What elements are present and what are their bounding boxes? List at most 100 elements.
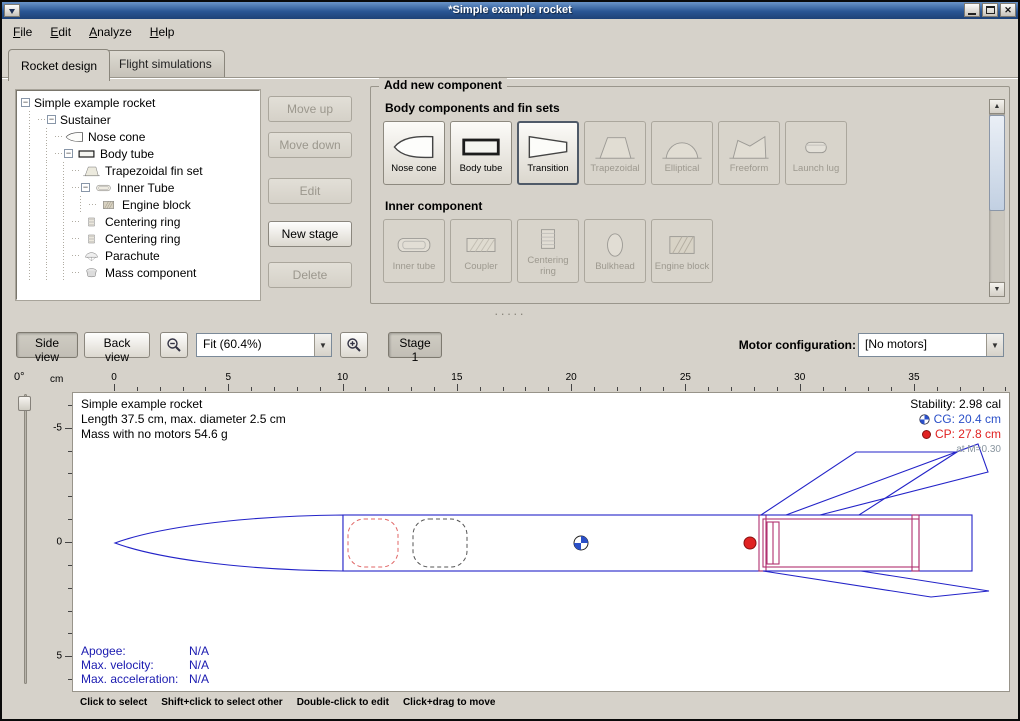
ruler-unit: cm — [50, 374, 63, 385]
tree-item-trapezoidal-fin-set[interactable]: Trapezoidal fin set — [21, 162, 259, 179]
rocket-mass: Mass with no motors 54.6 g — [81, 427, 286, 442]
tree-guide — [55, 162, 72, 179]
component-button-label: Engine block — [655, 261, 709, 272]
move-up-button[interactable]: Move up — [268, 96, 352, 122]
tree-item-sustainer[interactable]: −Sustainer — [21, 111, 259, 128]
menu-item-analyze[interactable]: Analyze — [80, 22, 141, 42]
tab-rocket-design[interactable]: Rocket design — [8, 49, 110, 81]
bulkhead-button[interactable]: Bulkhead — [584, 219, 646, 283]
tree-item-mass-component[interactable]: Mass component — [21, 264, 259, 281]
expander-icon[interactable]: − — [64, 149, 73, 158]
tree-item-engine-block[interactable]: Engine block — [21, 196, 259, 213]
tree-connector — [55, 128, 64, 145]
scroll-up-icon[interactable]: ▲ — [989, 99, 1005, 114]
tree-guide — [55, 230, 72, 247]
trapezoidal-button[interactable]: Trapezoidal — [584, 121, 646, 185]
tree-item-body-tube[interactable]: −Body tube — [21, 145, 259, 162]
tree-connector — [72, 213, 81, 230]
move-down-button[interactable]: Move down — [268, 132, 352, 158]
motor-config-select[interactable]: [No motors] ▼ — [858, 333, 1004, 357]
chevron-down-icon[interactable]: ▼ — [986, 334, 1003, 356]
launch-lug-button[interactable]: Launch lug — [785, 121, 847, 185]
menubar: FileEditAnalyzeHelp — [2, 19, 1018, 45]
scroll-down-icon[interactable]: ▼ — [989, 282, 1005, 297]
elliptical-button[interactable]: Elliptical — [651, 121, 713, 185]
menu-item-help[interactable]: Help — [141, 22, 184, 42]
motor-config-label: Motor configuration: — [739, 338, 856, 352]
tree-guide — [38, 247, 55, 264]
tree-item-simple-example-rocket[interactable]: −Simple example rocket — [21, 94, 259, 111]
centering-ring-button[interactable]: Centering ring — [517, 219, 579, 283]
menu-item-edit[interactable]: Edit — [41, 22, 80, 42]
window-menu-icon[interactable] — [4, 4, 20, 17]
back-view-button[interactable]: Back view — [84, 332, 150, 358]
tree-guide — [21, 162, 38, 179]
scrollbar-thumb[interactable] — [989, 115, 1005, 211]
maximize-button[interactable] — [982, 3, 998, 17]
coupler-button[interactable]: Coupler — [450, 219, 512, 283]
zoom-select[interactable]: Fit (60.4%) ▼ — [196, 333, 332, 357]
tree-item-centering-ring[interactable]: Centering ring — [21, 230, 259, 247]
tree-item-parachute[interactable]: Parachute — [21, 247, 259, 264]
tree-item-centering-ring[interactable]: Centering ring — [21, 213, 259, 230]
stage-1-toggle[interactable]: Stage 1 — [388, 332, 442, 358]
tree-guide — [38, 213, 55, 230]
status-hint: Click+drag to move — [403, 697, 496, 708]
nose-cone-icon — [65, 131, 84, 143]
component-button-label: Elliptical — [665, 163, 700, 174]
h-ruler: 05101520253035 — [72, 372, 1010, 391]
body-tube-icon — [77, 148, 96, 160]
component-scrollbar[interactable]: ▲ ▼ — [989, 99, 1005, 297]
centering-ring-icon — [526, 225, 570, 253]
rotation-value: 0° — [14, 371, 25, 383]
flight-stat-max-velocity: Max. velocity:N/A — [81, 658, 209, 672]
status-hint: Click to select — [80, 697, 147, 708]
zoom-in-button[interactable] — [340, 332, 368, 358]
tree-guide — [21, 196, 38, 213]
tree-item-label: Simple example rocket — [33, 96, 155, 110]
side-view-button[interactable]: Side view — [16, 332, 78, 358]
rotation-slider[interactable] — [18, 394, 32, 684]
component-button-label: Launch lug — [793, 163, 839, 174]
scrollbar-track[interactable] — [989, 114, 1005, 282]
rocket-dimensions: Length 37.5 cm, max. diameter 2.5 cm — [81, 412, 286, 427]
expander-icon[interactable]: − — [81, 183, 90, 192]
tree-guide — [21, 213, 38, 230]
mach-note: at M=0.30 — [910, 442, 1001, 457]
tab-flight-simulations[interactable]: Flight simulations — [106, 50, 225, 77]
transition-button[interactable]: Transition — [517, 121, 579, 185]
cp-marker — [744, 537, 756, 549]
tree-item-nose-cone[interactable]: Nose cone — [21, 128, 259, 145]
component-button-label: Trapezoidal — [590, 163, 639, 174]
slider-handle[interactable] — [18, 396, 31, 411]
chevron-down-icon[interactable]: ▼ — [314, 334, 331, 356]
tree-item-inner-tube[interactable]: −Inner Tube — [21, 179, 259, 196]
h-ruler-label: 25 — [680, 372, 691, 383]
zoom-out-button[interactable] — [160, 332, 188, 358]
body-tube-shape — [343, 515, 972, 571]
expander-icon[interactable]: − — [21, 98, 30, 107]
minimize-button[interactable] — [964, 3, 980, 17]
split-divider[interactable]: ····· — [2, 307, 1018, 321]
engine-block-button[interactable]: Engine block — [651, 219, 713, 283]
inner-tube-button[interactable]: Inner tube — [383, 219, 445, 283]
freeform-button[interactable]: Freeform — [718, 121, 780, 185]
close-button[interactable]: ✕ — [1000, 3, 1016, 17]
expander-icon[interactable]: − — [47, 115, 56, 124]
tree-item-label: Parachute — [104, 249, 160, 263]
rocket-canvas[interactable]: Simple example rocket Length 37.5 cm, ma… — [72, 392, 1010, 692]
tree-connector — [72, 230, 81, 247]
flight-stat-apogee: Apogee:N/A — [81, 644, 209, 658]
tree-guide — [55, 247, 72, 264]
v-ruler: -505 — [46, 392, 72, 692]
edit-button[interactable]: Edit — [268, 178, 352, 204]
new-stage-button[interactable]: New stage — [268, 221, 352, 247]
tree-guide — [55, 196, 72, 213]
body-tube-button[interactable]: Body tube — [450, 121, 512, 185]
menu-item-file[interactable]: File — [4, 22, 41, 42]
delete-button[interactable]: Delete — [268, 262, 352, 288]
parachute-icon — [82, 250, 101, 262]
splitter-dots-icon: ····· — [494, 311, 526, 317]
section-label-inner-component: Inner component — [385, 199, 1009, 213]
nose-cone-button[interactable]: Nose cone — [383, 121, 445, 185]
